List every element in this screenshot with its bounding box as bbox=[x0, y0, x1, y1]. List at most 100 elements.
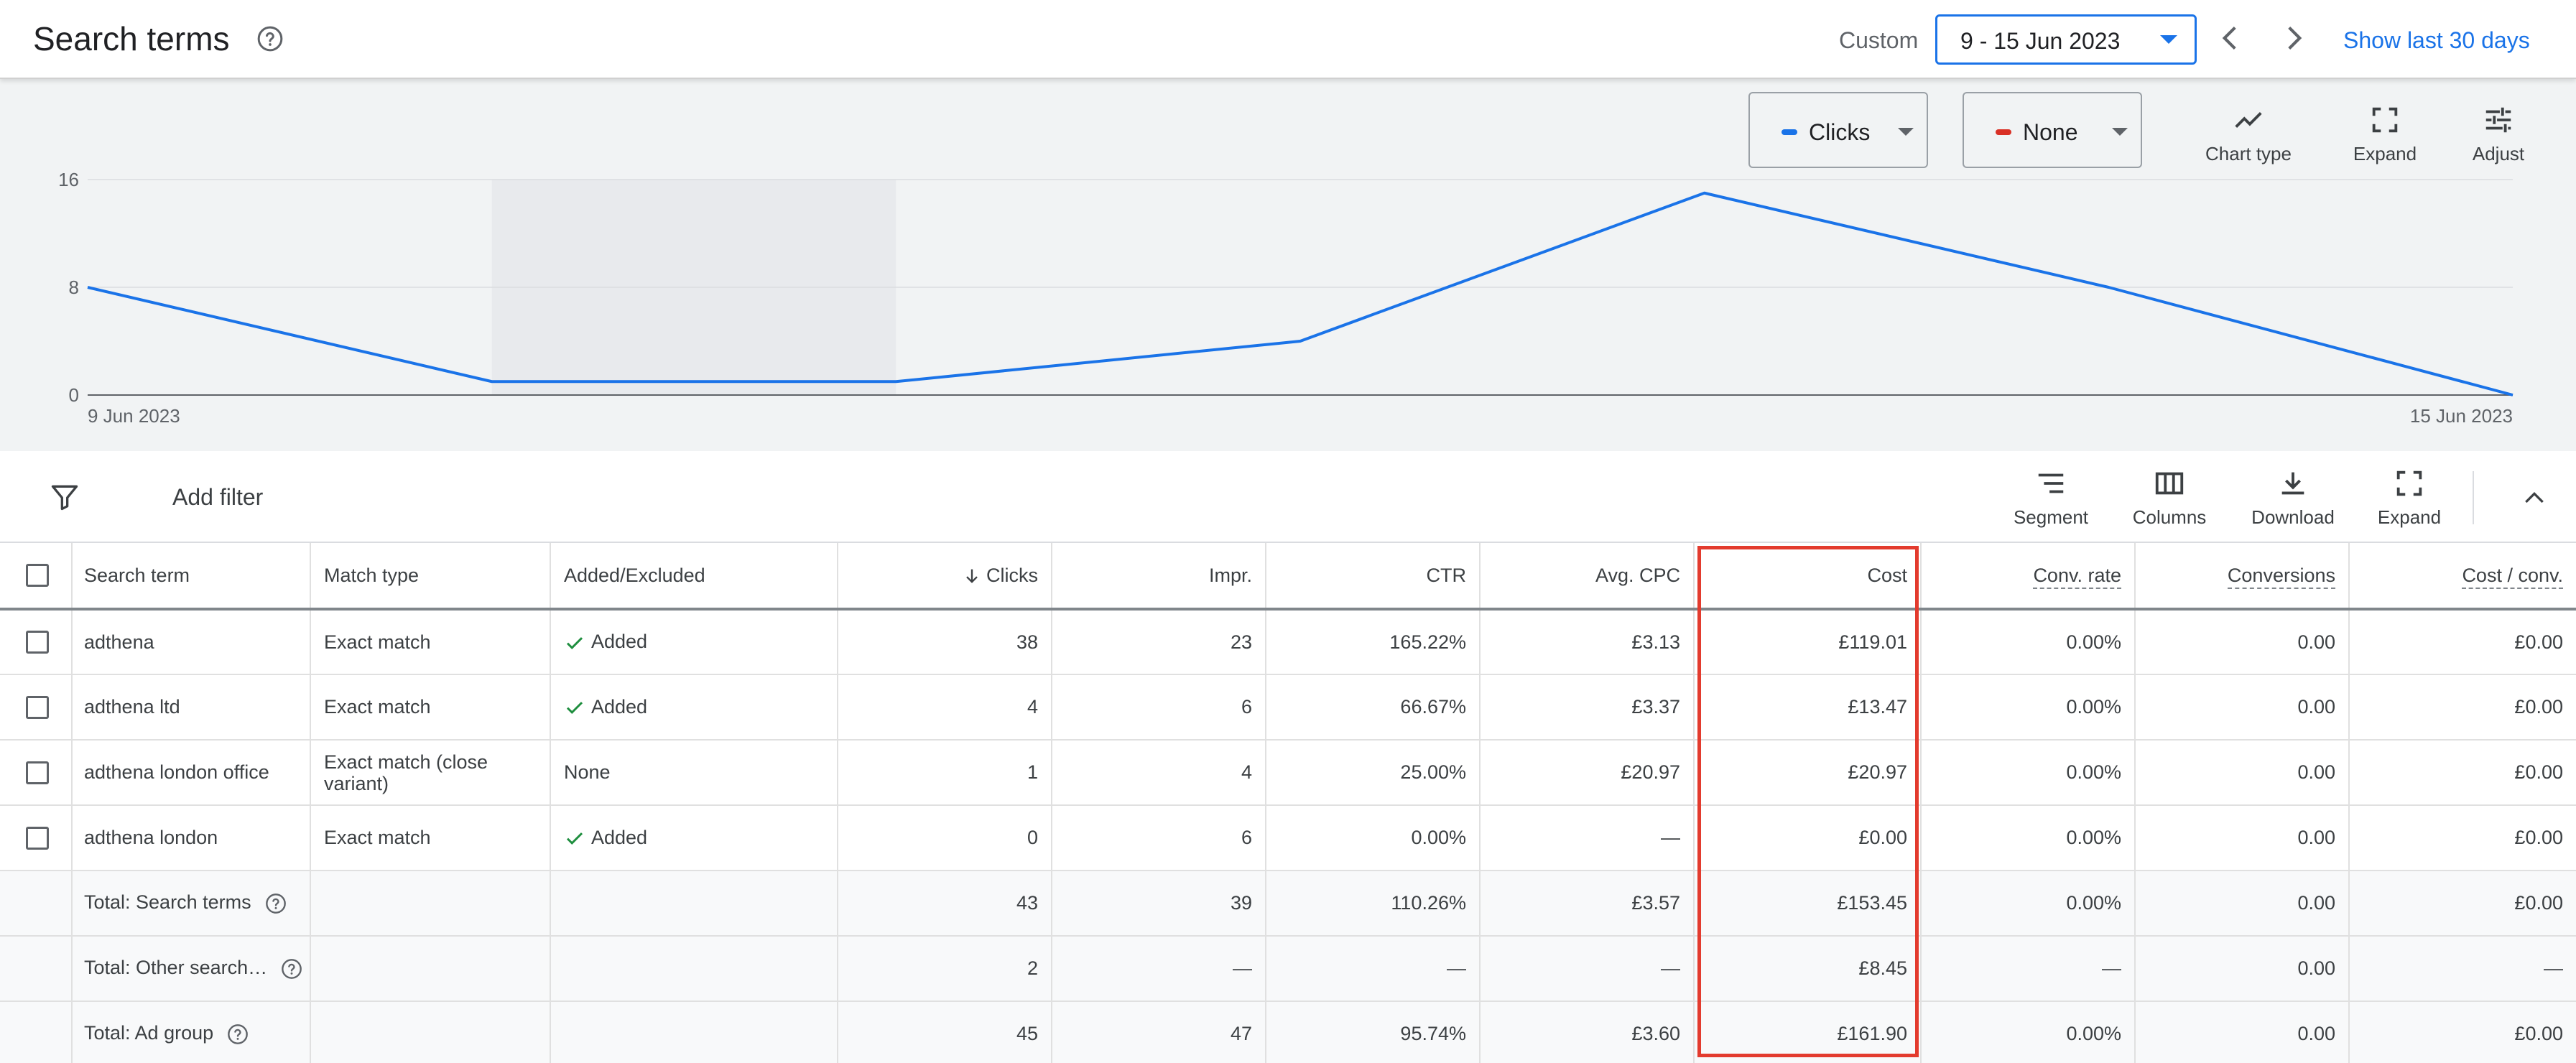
columns-button[interactable]: Columns bbox=[2126, 467, 2213, 529]
cell-total-avg-cpc: £3.57 bbox=[1480, 871, 1695, 937]
table-row: adthena london office Exact match (close … bbox=[0, 740, 2576, 806]
cell-search-term: adthena london bbox=[72, 805, 311, 871]
cell-match-type: Exact match (close variant) bbox=[310, 740, 551, 806]
cell-total-label: Total: Ad group bbox=[72, 1001, 311, 1063]
total-spacer-cell bbox=[0, 936, 73, 1002]
cell-total-conv-rate: 0.00% bbox=[1921, 1001, 2136, 1063]
cell-impressions: 6 bbox=[1052, 674, 1266, 741]
cell-cost-per-conv: £0.00 bbox=[2349, 674, 2576, 741]
help-icon[interactable] bbox=[256, 24, 284, 53]
added-status: Added bbox=[591, 826, 648, 848]
help-icon[interactable] bbox=[280, 957, 303, 980]
select-all-checkbox[interactable] bbox=[26, 564, 49, 588]
download-button[interactable]: Download bbox=[2244, 467, 2342, 529]
add-filter-button[interactable]: Add filter bbox=[172, 481, 263, 513]
cell-conv-rate: 0.00% bbox=[1921, 674, 2136, 741]
column-header-avg-cpc[interactable]: Avg. CPC bbox=[1480, 543, 1695, 611]
cell-cost-per-conv: £0.00 bbox=[2349, 740, 2576, 806]
segment-button[interactable]: Segment bbox=[2004, 467, 2098, 529]
series-color-swatch bbox=[1996, 129, 2011, 135]
total-label: Total: Ad group bbox=[84, 1022, 214, 1044]
row-checkbox[interactable] bbox=[26, 761, 49, 784]
cell-cost-per-conv: £0.00 bbox=[2349, 805, 2576, 871]
chevron-right-icon[interactable] bbox=[2276, 20, 2312, 56]
cell-conv-rate: 0.00% bbox=[1921, 805, 2136, 871]
column-header-ctr[interactable]: CTR bbox=[1266, 543, 1481, 611]
column-header-impr[interactable]: Impr. bbox=[1052, 543, 1266, 611]
series-line-clicks bbox=[87, 191, 2514, 396]
x-tick-label: 15 Jun 2023 bbox=[2410, 405, 2513, 427]
cell-conv-rate: 0.00% bbox=[1921, 740, 2136, 806]
cell-clicks: 1 bbox=[838, 740, 1052, 806]
expand-icon bbox=[2372, 107, 2398, 133]
column-header-conversions[interactable]: Conversions bbox=[2135, 543, 2350, 611]
row-checkbox[interactable] bbox=[26, 631, 49, 654]
cell-total-conv-rate: 0.00% bbox=[1921, 871, 2136, 937]
page-title: Search terms bbox=[33, 20, 230, 57]
cell-total-avg-cpc: £3.60 bbox=[1480, 1001, 1695, 1063]
cell-impressions: 4 bbox=[1052, 740, 1266, 806]
table-header-row: Search term Match type Added/Excluded Cl… bbox=[0, 543, 2576, 611]
row-select-cell bbox=[0, 674, 73, 741]
filter-icon[interactable] bbox=[49, 481, 80, 513]
column-header-conv-rate[interactable]: Conv. rate bbox=[1921, 543, 2136, 611]
columns-icon bbox=[2155, 472, 2184, 495]
cell-ctr: 66.67% bbox=[1266, 674, 1481, 741]
chevron-up-icon[interactable] bbox=[2520, 484, 2549, 513]
date-range-type-label: Custom bbox=[1839, 27, 1919, 53]
cell-added-excluded: None bbox=[550, 740, 838, 806]
cell-avg-cpc: — bbox=[1480, 805, 1695, 871]
metric-label: Clicks bbox=[1809, 119, 1871, 145]
chart-type-button[interactable]: Chart type bbox=[2191, 103, 2306, 165]
cell-total-clicks: 43 bbox=[838, 871, 1052, 937]
help-icon[interactable] bbox=[264, 892, 287, 915]
column-header-cost[interactable]: Cost bbox=[1694, 543, 1922, 611]
cell-impressions: 6 bbox=[1052, 805, 1266, 871]
row-checkbox[interactable] bbox=[26, 826, 49, 850]
cell-cost: £0.00 bbox=[1694, 805, 1922, 871]
cell-cost: £13.47 bbox=[1694, 674, 1922, 741]
cell-avg-cpc: £20.97 bbox=[1480, 740, 1695, 806]
cell-total-impressions: 47 bbox=[1052, 1001, 1266, 1063]
adjust-chart-button[interactable]: Adjust bbox=[2457, 103, 2540, 165]
cell-total-clicks: 45 bbox=[838, 1001, 1052, 1063]
column-header-match-type[interactable]: Match type bbox=[310, 543, 551, 611]
metric-selector-clicks[interactable]: Clicks bbox=[1748, 92, 1928, 168]
chevron-left-icon[interactable] bbox=[2213, 20, 2248, 56]
column-header-added-excluded[interactable]: Added/Excluded bbox=[550, 543, 838, 611]
expand-table-button[interactable]: Expand bbox=[2368, 467, 2451, 529]
cell-total-cost-per-conv: £0.00 bbox=[2349, 1001, 2576, 1063]
table-total-row: Total: Search terms 43 39 110.26% £3.57 £153.… bbox=[0, 871, 2576, 937]
chevron-down-icon bbox=[1898, 128, 1914, 136]
x-tick-label: 9 Jun 2023 bbox=[88, 405, 180, 427]
y-tick-label: 8 bbox=[69, 277, 79, 298]
metric-selector-none[interactable]: None bbox=[1963, 92, 2142, 168]
series-color-swatch bbox=[1782, 129, 1797, 135]
row-checkbox[interactable] bbox=[26, 695, 49, 719]
performance-chart-panel: 0 8 16 9 Jun 2023 15 Jun 2023 Clicks None C… bbox=[0, 79, 2576, 451]
cell-total-ctr: 110.26% bbox=[1266, 871, 1481, 937]
cell-cost: £20.97 bbox=[1694, 740, 1922, 806]
cell-total-ctr: 95.74% bbox=[1266, 1001, 1481, 1063]
empty-cell bbox=[310, 871, 551, 937]
cell-impressions: 23 bbox=[1052, 609, 1266, 675]
cell-added-excluded: Added bbox=[550, 674, 838, 741]
date-range-picker[interactable]: 9 - 15 Jun 2023 bbox=[1935, 14, 2197, 65]
cell-total-label: Total: Other search… bbox=[72, 936, 311, 1002]
search-terms-table: Search term Match type Added/Excluded Cl… bbox=[0, 543, 2576, 1063]
cell-avg-cpc: £3.37 bbox=[1480, 674, 1695, 741]
column-header-cost-per-conv[interactable]: Cost / conv. bbox=[2349, 543, 2576, 611]
show-last-30-days-link[interactable]: Show last 30 days bbox=[2343, 24, 2530, 56]
check-icon bbox=[566, 637, 583, 649]
cell-clicks: 0 bbox=[838, 805, 1052, 871]
column-header-clicks[interactable]: Clicks bbox=[838, 543, 1052, 611]
y-tick-label: 16 bbox=[58, 169, 79, 190]
added-status: Added bbox=[591, 631, 648, 653]
cell-total-cost-per-conv: £0.00 bbox=[2349, 871, 2576, 937]
cell-total-conversions: 0.00 bbox=[2135, 1001, 2350, 1063]
empty-cell bbox=[310, 936, 551, 1002]
help-icon[interactable] bbox=[226, 1023, 249, 1046]
expand-chart-button[interactable]: Expand bbox=[2343, 103, 2427, 165]
column-header-search-term[interactable]: Search term bbox=[72, 543, 311, 611]
cell-total-clicks: 2 bbox=[838, 936, 1052, 1002]
